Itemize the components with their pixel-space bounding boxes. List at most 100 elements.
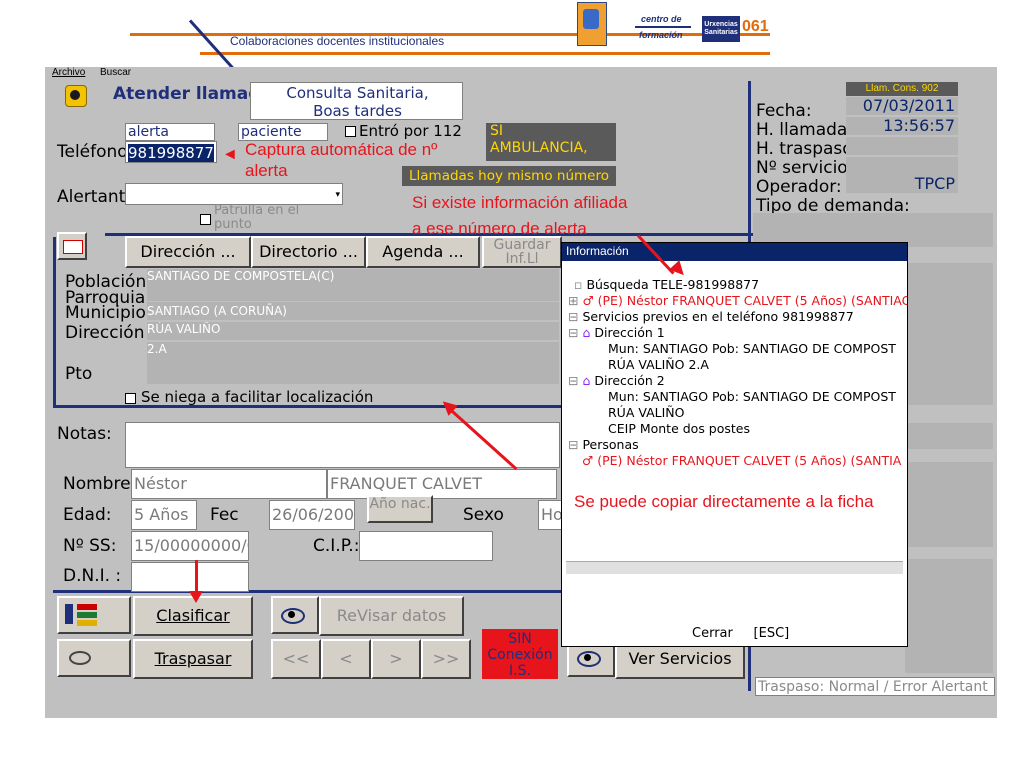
tree-dir2-rua: RÚA VALIÑO (608, 405, 685, 420)
n-servicio-label: Nº servicio: (756, 158, 854, 178)
h-llamada-value: 13:56:57 (846, 117, 958, 135)
centro-formacion-logo: centro de formación (635, 14, 695, 44)
traspasar-button[interactable]: Traspasar (133, 639, 253, 679)
tree-dir2-mun: Mun: SANTIAGO Pob: SANTIAGO DE COMPOST (608, 389, 896, 404)
direccion-label: Dirección (65, 323, 145, 343)
sexo-label: Sexo (463, 505, 504, 525)
tree-servicios-previos[interactable]: ⊟ Servicios previos en el teléfono 98199… (568, 309, 854, 324)
nav-next-button[interactable]: > (371, 639, 421, 679)
nss-field[interactable]: 15/00000000/0 (131, 531, 249, 561)
telefono-field[interactable]: 981998877 (125, 141, 217, 163)
ano-nac-button[interactable]: Año nac. (367, 495, 433, 523)
h-llamada-label: H. llamada: (756, 120, 854, 140)
nav-last-button[interactable]: >> (421, 639, 471, 679)
atender-llamada-label: Atender llamada (113, 84, 272, 104)
directorio-button[interactable]: Directorio ... (251, 236, 366, 268)
captura-annotation: Captura automática de nº alerta (245, 140, 438, 180)
dialog-titlebar: Información (562, 243, 907, 261)
right-field-5 (905, 462, 993, 547)
arrow-to-clasificar (195, 560, 198, 594)
menu-bar: Archivo Buscar (45, 67, 997, 81)
n-servicio-value (846, 157, 958, 175)
nav-first-button[interactable]: << (271, 639, 321, 679)
phone-icon (61, 81, 91, 111)
operador-value: TPCP (846, 175, 958, 193)
dni-field[interactable] (131, 562, 249, 592)
urgencias-logo: Urxencias Sanitarias (702, 16, 740, 42)
right-field-4 (905, 423, 993, 449)
h-traspaso-value (846, 137, 958, 155)
niega-label: Se niega a facilitar localización (141, 388, 374, 406)
dni-label: D.N.I. : (63, 566, 122, 586)
llam-cons-badge: Llam. Cons. 902 (846, 82, 958, 96)
se-puede-annotation: Se puede copiar directamente a la ficha (574, 492, 874, 511)
cip-field[interactable] (359, 531, 493, 561)
entro-112-checkbox[interactable] (345, 126, 356, 137)
fecha-label: Fecha: (756, 101, 812, 121)
tree-dir1-rua: RÚA VALIÑO 2.A (608, 357, 709, 372)
captura-arrow-icon: ◄ (222, 146, 238, 163)
greeting-box: Consulta Sanitaria, Boas tardes (250, 82, 463, 120)
nav-prev-button[interactable]: < (321, 639, 371, 679)
revisar-datos-button[interactable]: ReVisar datos (319, 596, 464, 636)
tree-pe-nestor[interactable]: ⊞ ♂ (PE) Néstor FRANQUET CALVET (5 Años)… (568, 293, 907, 308)
chevron-down-icon: ▾ (335, 190, 340, 200)
edad-field[interactable]: 5 Años (131, 500, 197, 530)
numero-value: 2.A (147, 342, 559, 384)
header-orange-line-2 (200, 52, 770, 55)
right-field-3 (905, 379, 993, 405)
fecha-value: 07/03/2011 (846, 97, 958, 115)
right-field-2 (905, 263, 993, 383)
sin-conexion-badge: SIN Conexión I.S. (482, 629, 558, 679)
tree-direccion2[interactable]: ⊟ ⌂ Dirección 2 (568, 373, 665, 388)
location-icon[interactable] (57, 232, 87, 260)
tab-alerta[interactable]: alerta (125, 123, 215, 141)
notas-field[interactable] (125, 422, 560, 468)
si-ambulancia-box: SI AMBULANCIA, (486, 123, 616, 161)
tree-scrollbar[interactable] (566, 561, 903, 574)
municipio-label: Municipio (65, 303, 146, 323)
alertante-select[interactable]: ▾ (125, 183, 343, 205)
patrulla-label: Patrulla en el punto (214, 203, 300, 232)
nombre-field[interactable]: Néstor (131, 469, 327, 499)
niega-checkbox[interactable] (125, 393, 136, 404)
operador-label: Operador: (756, 177, 842, 197)
pto-label: Pto (65, 364, 93, 384)
entro-112-label: Entró por 112 (359, 122, 462, 140)
informacion-dialog: Información ▫ Búsqueda TELE-981998877 ⊞ … (561, 242, 908, 647)
nss-label: Nº SS: (63, 536, 117, 556)
tree-dir1-mun: Mun: SANTIAGO Pob: SANTIAGO DE COMPOST (608, 341, 896, 356)
menu-archivo[interactable]: Archivo (52, 67, 85, 78)
dialog-title: Información (566, 244, 629, 258)
traspaso-status: Traspaso: Normal / Error Alertant (755, 677, 995, 696)
traspasar-icon[interactable] (57, 639, 131, 677)
apellidos-field[interactable]: FRANQUET CALVET (327, 469, 557, 499)
edad-label: Edad: (63, 505, 112, 525)
direccion-value: RÚA VALIÑO (147, 322, 559, 340)
municipio-value: SANTIAGO (A CORUÑA) (147, 302, 559, 320)
tree-busqueda[interactable]: ▫ Búsqueda TELE-981998877 (574, 277, 759, 292)
right-field-6 (905, 559, 993, 673)
divider-left-top (53, 237, 56, 407)
direccion-button[interactable]: Dirección ... (125, 236, 251, 268)
header-text: Colaboraciones docentes institucionales (230, 34, 445, 48)
cerrar-button[interactable]: Cerrar [ESC] (692, 626, 789, 641)
notas-label: Notas: (57, 424, 112, 444)
book-logo (577, 2, 607, 46)
telefono-label: Teléfono: (57, 142, 134, 162)
h-traspaso-label: H. traspaso: (756, 139, 859, 159)
tree-view: ▫ Búsqueda TELE-981998877 ⊞ ♂ (PE) Nésto… (562, 261, 907, 616)
fec-field[interactable]: 26/06/200 (269, 500, 355, 530)
poblacion-value: SANTIAGO DE COMPOSTELA(C) (147, 269, 559, 287)
tree-direccion1[interactable]: ⊟ ⌂ Dirección 1 (568, 325, 665, 340)
061-logo: 061 (742, 18, 769, 35)
menu-buscar[interactable]: Buscar (100, 67, 131, 78)
eye-icon[interactable] (271, 596, 319, 634)
telefono-value: 981998877 (128, 144, 214, 162)
tree-personas[interactable]: ⊟ Personas (568, 437, 639, 452)
si-existe-annotation: Si existe información afiliada a ese núm… (412, 193, 628, 238)
slide-header: Colaboraciones docentes institucionales … (0, 0, 1024, 80)
patrulla-checkbox[interactable] (200, 214, 211, 225)
clasificar-icon[interactable] (57, 596, 131, 634)
tree-personas-pe[interactable]: ♂ (PE) Néstor FRANQUET CALVET (5 Años) (… (582, 453, 901, 468)
